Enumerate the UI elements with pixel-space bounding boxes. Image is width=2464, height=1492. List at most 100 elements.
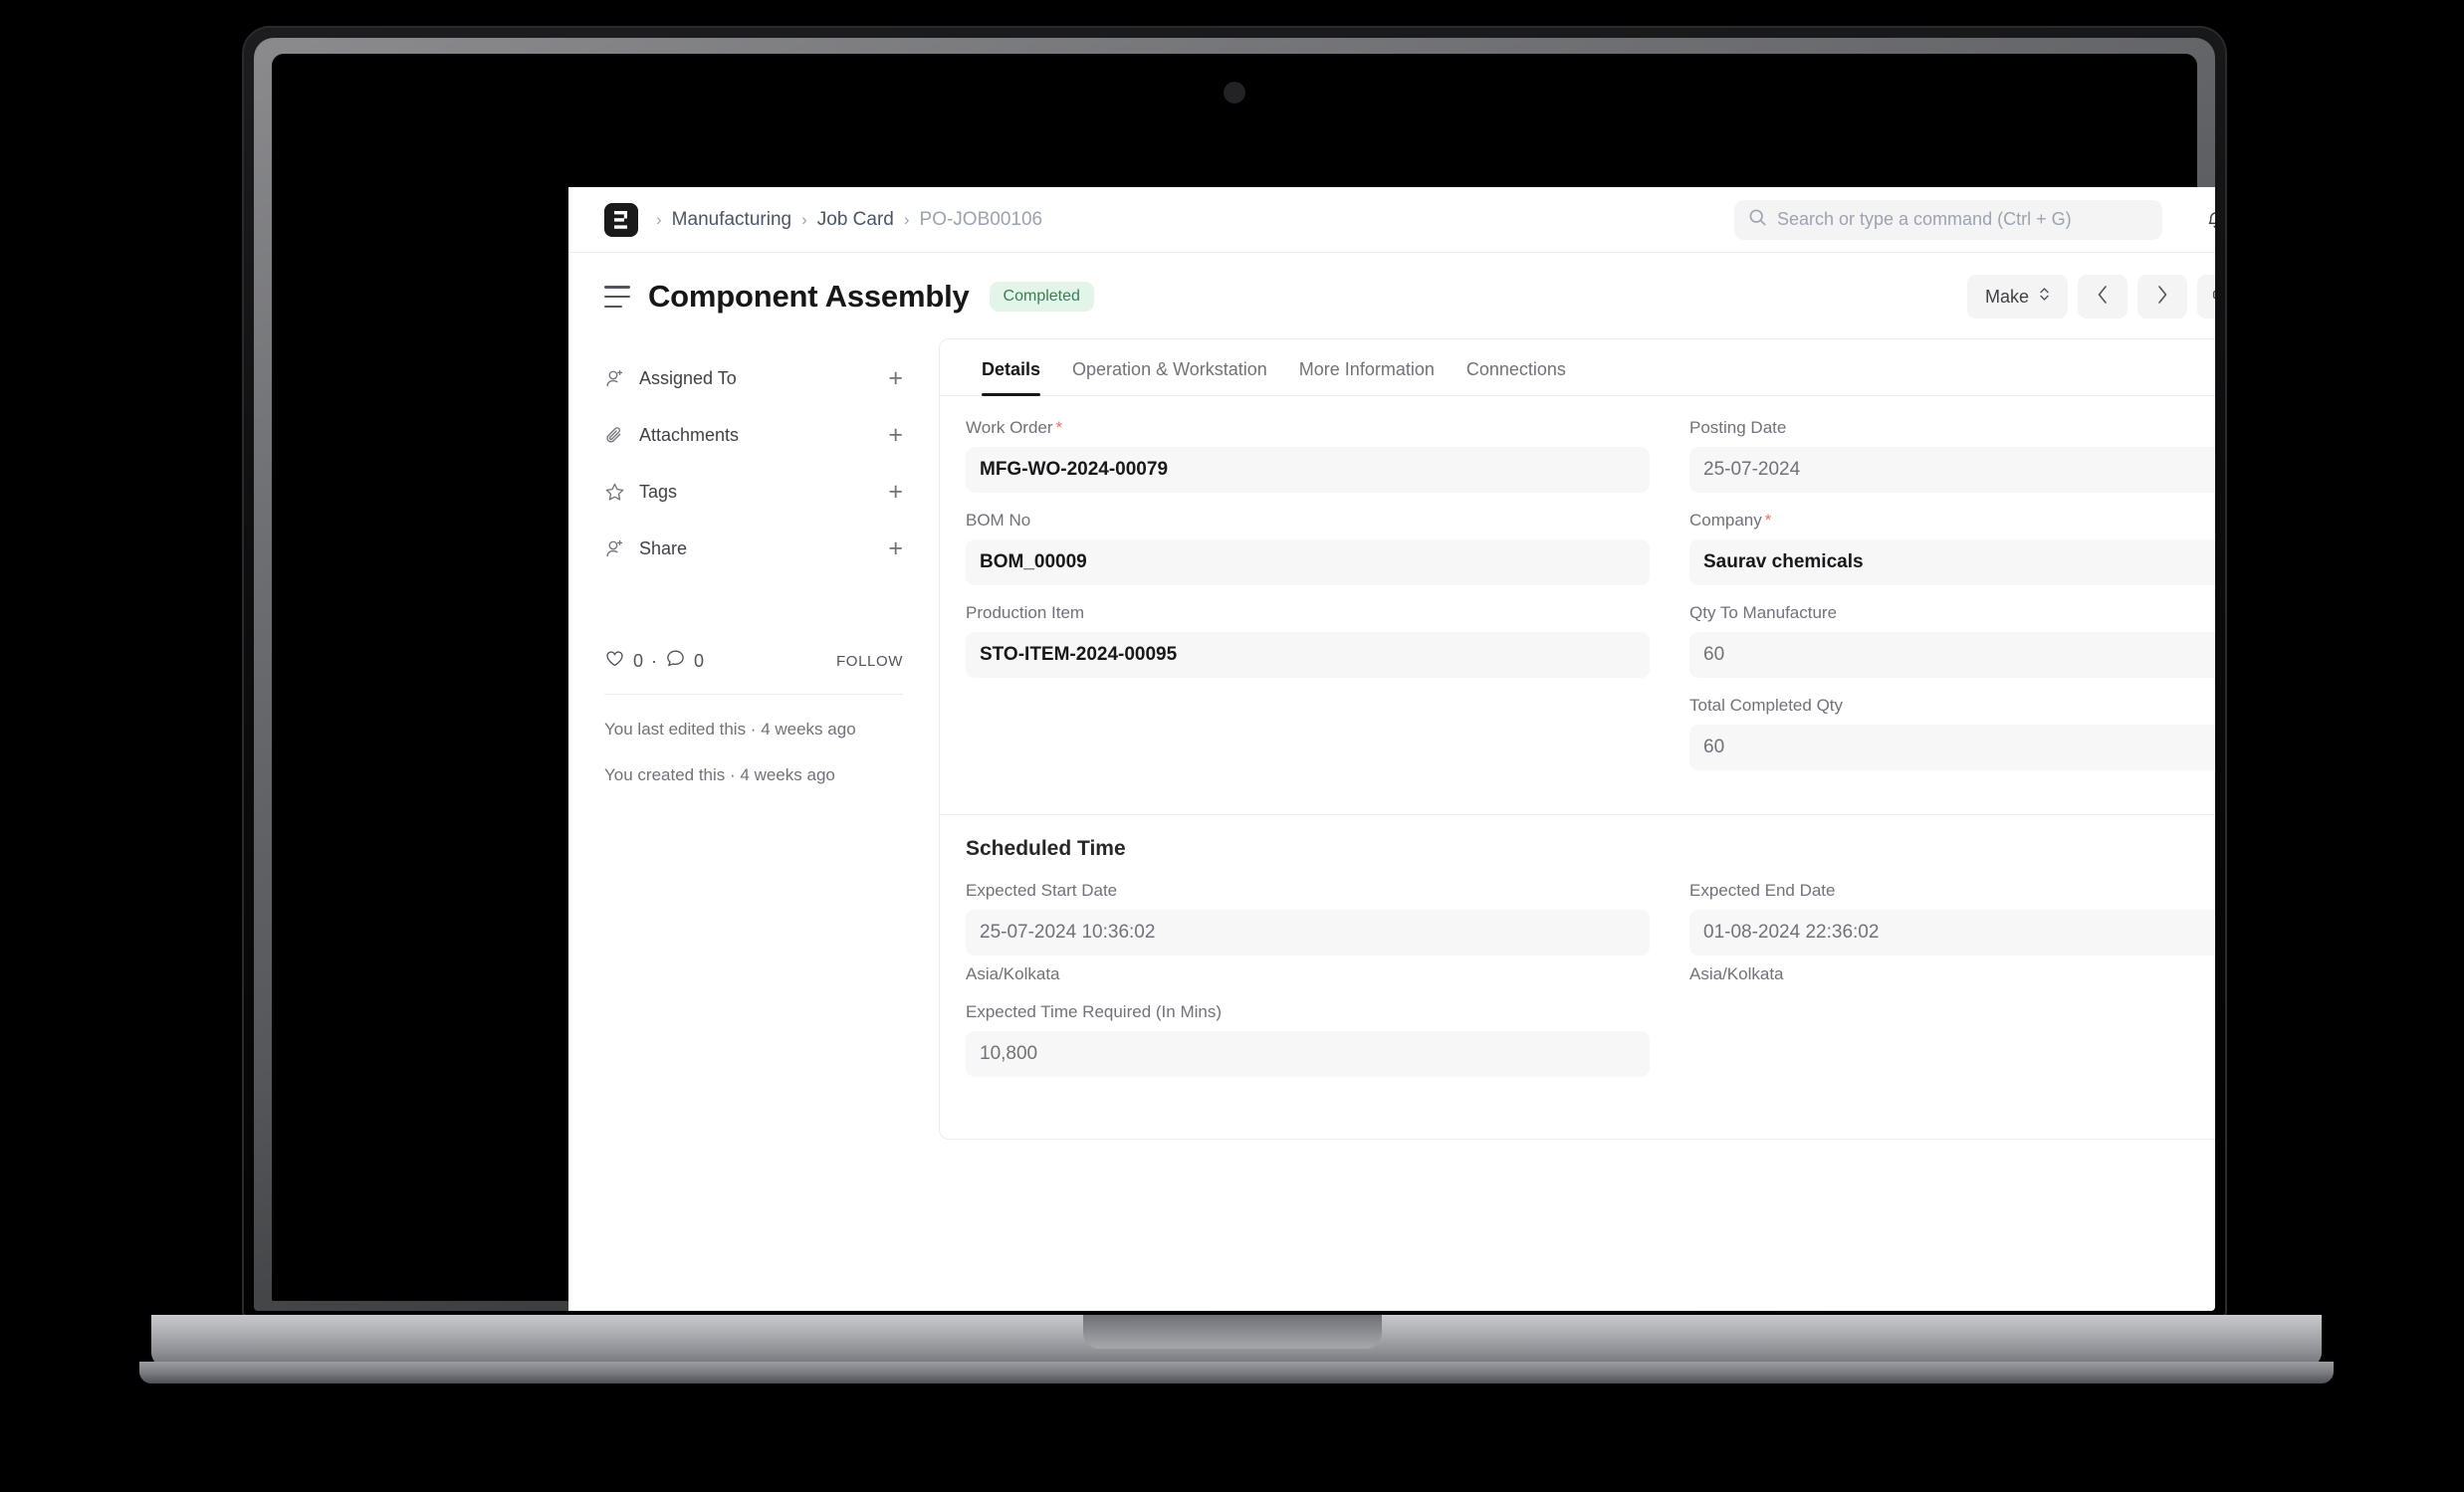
field-label: Total Completed Qty bbox=[1689, 696, 1844, 715]
production-item-input[interactable]: STO-ITEM-2024-00095 bbox=[966, 632, 1650, 678]
field-label: Expected End Date bbox=[1689, 881, 1836, 900]
form-tabs: Details Operation & Workstation More Inf… bbox=[940, 339, 2215, 396]
required-asterisk: * bbox=[1764, 511, 1772, 530]
user-plus-icon bbox=[604, 368, 630, 389]
comment-icon[interactable] bbox=[665, 648, 686, 674]
field-label: BOM No bbox=[966, 511, 1031, 530]
page-header-actions: Make bbox=[1966, 275, 2215, 319]
print-button[interactable] bbox=[2196, 275, 2215, 319]
chevron-left-icon bbox=[2097, 285, 2109, 310]
add-icon[interactable]: + bbox=[888, 535, 903, 561]
details-left-column: Work Order * MFG-WO-2024-00079 BOM No BOM… bbox=[966, 418, 1650, 788]
company-input[interactable]: Saurav chemicals bbox=[1689, 539, 2215, 585]
screenshot-stage: › Manufacturing › Job Card › PO-JOB00106 bbox=[0, 0, 2464, 1492]
notification-bell-icon[interactable] bbox=[2196, 200, 2215, 240]
scheduled-time-section: Scheduled Time Expected Start Date 25-07… bbox=[940, 815, 2215, 1139]
breadcrumb-item-job-card[interactable]: Job Card bbox=[817, 209, 894, 231]
bom-no-input[interactable]: BOM_00009 bbox=[966, 539, 1650, 585]
tab-more-information[interactable]: More Information bbox=[1283, 339, 1451, 395]
search-input[interactable] bbox=[1776, 209, 2148, 230]
tab-connections[interactable]: Connections bbox=[1451, 339, 1582, 395]
laptop-foot bbox=[139, 1362, 2334, 1384]
field-production-item: Production Item STO-ITEM-2024-00095 bbox=[966, 603, 1650, 678]
document-form-card: Details Operation & Workstation More Inf… bbox=[939, 338, 2215, 1140]
details-grid: Work Order * MFG-WO-2024-00079 BOM No BOM… bbox=[966, 418, 2215, 788]
add-icon[interactable]: + bbox=[888, 479, 903, 505]
last-edited-note: You last edited this · 4 weeks ago bbox=[604, 720, 856, 739]
make-button-label: Make bbox=[1984, 286, 2029, 307]
qty-to-manufacture-input[interactable]: 60 bbox=[1689, 632, 2215, 678]
sidebar-item-label: Attachments bbox=[639, 424, 740, 445]
expected-end-date-input[interactable]: 01-08-2024 22:36:02 bbox=[1689, 910, 2215, 956]
separator-dot: · bbox=[651, 650, 658, 671]
webcam-icon bbox=[1224, 82, 1245, 104]
field-qty-to-manufacture: Qty To Manufacture 60 bbox=[1689, 603, 2215, 678]
field-total-completed-qty: Total Completed Qty 60 bbox=[1689, 696, 2215, 770]
laptop-lid-inner: › Manufacturing › Job Card › PO-JOB00106 bbox=[254, 38, 2215, 1311]
heart-icon[interactable] bbox=[604, 648, 625, 674]
timezone-hint: Asia/Kolkata bbox=[1689, 964, 1784, 983]
tab-details[interactable]: Details bbox=[966, 339, 1056, 396]
sidebar-item-label: Tags bbox=[639, 481, 678, 502]
paperclip-icon bbox=[604, 425, 630, 446]
sidebar-divider bbox=[604, 694, 903, 695]
star-icon bbox=[604, 482, 630, 503]
top-navbar: › Manufacturing › Job Card › PO-JOB00106 bbox=[568, 187, 2215, 253]
search-icon bbox=[1748, 208, 1767, 232]
sidebar-social-row: 0 · 0 FOLLOW bbox=[604, 648, 903, 674]
work-order-input[interactable]: MFG-WO-2024-00079 bbox=[966, 447, 1650, 493]
add-icon[interactable]: + bbox=[888, 365, 903, 391]
expected-start-date-input[interactable]: 25-07-2024 10:36:02 bbox=[966, 910, 1650, 956]
sidebar-item-tags[interactable]: Tags + bbox=[604, 474, 903, 510]
next-document-button[interactable] bbox=[2136, 275, 2187, 319]
posting-date-input[interactable]: 25-07-2024 bbox=[1689, 447, 2215, 493]
add-icon[interactable]: + bbox=[888, 422, 903, 448]
sidebar-item-share[interactable]: Share + bbox=[604, 531, 903, 566]
make-button[interactable]: Make bbox=[1966, 275, 2068, 319]
timezone-hint: Asia/Kolkata bbox=[966, 964, 1060, 983]
tab-operation-workstation[interactable]: Operation & Workstation bbox=[1056, 339, 1283, 395]
field-label: Company * bbox=[1689, 511, 1772, 530]
field-bom-no: BOM No BOM_00009 bbox=[966, 511, 1650, 585]
chevron-right-icon: › bbox=[903, 209, 910, 229]
search-box[interactable] bbox=[1733, 199, 2162, 240]
section-title: Scheduled Time bbox=[966, 837, 1126, 860]
scheduled-time-grid: Expected Start Date 25-07-2024 10:36:02 … bbox=[966, 881, 2215, 1095]
created-note: You created this · 4 weeks ago bbox=[604, 764, 835, 784]
field-label: Production Item bbox=[966, 603, 1085, 622]
field-label: Qty To Manufacture bbox=[1689, 603, 1838, 622]
chevron-right-icon bbox=[2156, 285, 2168, 310]
breadcrumb-item-manufacturing[interactable]: Manufacturing bbox=[672, 209, 791, 231]
field-expected-end-date: Expected End Date 01-08-2024 22:36:02 As… bbox=[1689, 881, 2215, 984]
page-header: Component Assembly Completed Make bbox=[568, 253, 2215, 338]
sidebar-toggle-icon[interactable] bbox=[604, 286, 630, 308]
printer-icon bbox=[2211, 284, 2215, 310]
field-expected-start-date: Expected Start Date 25-07-2024 10:36:02 … bbox=[966, 881, 1650, 984]
like-count: 0 bbox=[633, 650, 644, 671]
details-section: Work Order * MFG-WO-2024-00079 BOM No BOM… bbox=[940, 396, 2215, 815]
sidebar-item-assigned-to[interactable]: Assigned To + bbox=[604, 360, 903, 396]
laptop-base-notch bbox=[1082, 1315, 1382, 1349]
erpnext-logo-icon[interactable] bbox=[604, 202, 638, 237]
field-label: Expected Start Date bbox=[966, 881, 1118, 900]
laptop-lid: › Manufacturing › Job Card › PO-JOB00106 bbox=[244, 28, 2225, 1317]
page-body: Assigned To + Attachments + Tags + Share… bbox=[568, 338, 2215, 1140]
browser-viewport: › Manufacturing › Job Card › PO-JOB00106 bbox=[568, 187, 2215, 1311]
follow-button[interactable]: FOLLOW bbox=[836, 653, 903, 670]
page-title: Component Assembly bbox=[648, 279, 970, 314]
selector-updown-icon bbox=[2039, 286, 2050, 308]
expected-time-required-input[interactable]: 10,800 bbox=[966, 1031, 1650, 1077]
field-label: Work Order * bbox=[966, 418, 1063, 437]
comment-count: 0 bbox=[694, 650, 705, 671]
scheduled-left-column: Expected Start Date 25-07-2024 10:36:02 … bbox=[966, 881, 1650, 1095]
user-plus-icon bbox=[604, 538, 630, 559]
previous-document-button[interactable] bbox=[2077, 275, 2128, 319]
chevron-right-icon: › bbox=[656, 209, 662, 229]
field-label: Expected Time Required (In Mins) bbox=[966, 1002, 1222, 1021]
field-posting-date: Posting Date 25-07-2024 bbox=[1689, 418, 2215, 493]
sidebar-item-attachments[interactable]: Attachments + bbox=[604, 417, 903, 453]
sidebar-item-label: Share bbox=[639, 537, 688, 558]
scheduled-right-column: Expected End Date 01-08-2024 22:36:02 As… bbox=[1689, 881, 2215, 1095]
total-completed-qty-input[interactable]: 60 bbox=[1689, 725, 2215, 770]
document-sidebar: Assigned To + Attachments + Tags + Share… bbox=[604, 338, 903, 807]
